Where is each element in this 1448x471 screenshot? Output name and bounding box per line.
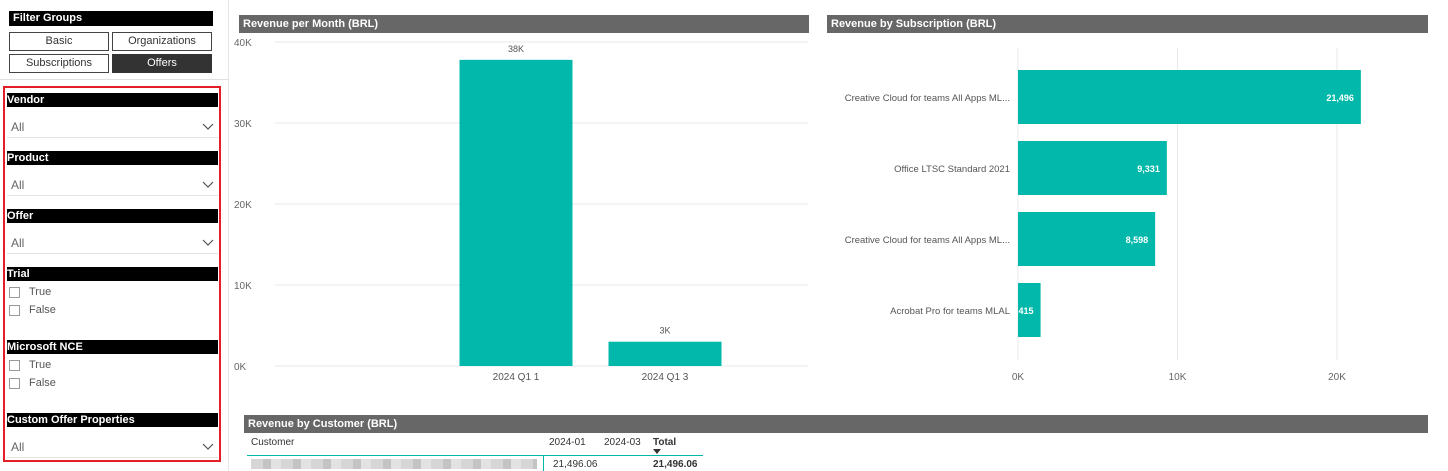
product-label: Product	[7, 151, 218, 165]
column-header-total[interactable]: Total	[653, 437, 676, 448]
product-dropdown[interactable]: All	[7, 172, 218, 196]
bar	[459, 59, 573, 366]
y-tick-label: 30K	[234, 119, 252, 130]
category-label: Acrobat Pro for teams MLAL	[890, 306, 1010, 317]
revenue-by-subscription-title: Revenue by Subscription (BRL)	[827, 15, 1428, 33]
bar	[608, 341, 722, 366]
blurred-customer-name	[251, 459, 537, 469]
filter-groups-title: Filter Groups	[9, 11, 213, 26]
data-label: 8,598	[1126, 235, 1149, 245]
table-row[interactable]: 21,496.06 21,496.06	[247, 456, 703, 471]
organizations-button[interactable]: Organizations	[112, 32, 212, 51]
vendor-value: All	[11, 120, 25, 134]
custom-offer-properties-value: All	[11, 440, 25, 454]
y-tick-label: 40K	[234, 38, 252, 49]
sort-descending-icon	[653, 449, 661, 454]
offer-dropdown[interactable]: All	[7, 230, 218, 254]
report-canvas: Filter Groups Basic Organizations Subscr…	[0, 0, 1448, 471]
category-label: Creative Cloud for teams All Apps ML...	[845, 93, 1010, 104]
category-label: Office LTSC Standard 2021	[894, 164, 1010, 175]
data-label: 21,496	[1326, 93, 1354, 103]
subscriptions-button[interactable]: Subscriptions	[9, 54, 109, 73]
bar	[1018, 70, 1361, 124]
column-header-2024-01[interactable]: 2024-01	[549, 437, 586, 448]
chevron-down-icon	[202, 443, 214, 450]
product-value: All	[11, 178, 25, 192]
y-tick-label: 20K	[234, 200, 252, 211]
trial-true-label: True	[29, 286, 52, 298]
x-tick-label: 2024 Q1 3	[642, 372, 689, 383]
custom-offer-properties-label: Custom Offer Properties	[7, 413, 218, 427]
filters-panel: Vendor All Product All Offer All Trial T…	[3, 86, 221, 462]
trial-false-label: False	[29, 304, 56, 316]
revenue-per-month-title: Revenue per Month (BRL)	[239, 15, 809, 33]
offer-value: All	[11, 236, 25, 250]
chevron-down-icon	[202, 181, 214, 188]
x-tick-label: 10K	[1169, 372, 1187, 383]
data-label: 9,331	[1137, 164, 1160, 174]
vendor-dropdown[interactable]: All	[7, 114, 218, 138]
revenue-by-customer-title: Revenue by Customer (BRL)	[244, 415, 1428, 433]
chevron-down-icon	[202, 123, 214, 130]
checkbox-box	[9, 305, 20, 316]
column-header-customer[interactable]: Customer	[251, 437, 294, 448]
revenue-by-customer-table: Customer 2024-01 2024-03 Total 21,496.06…	[247, 434, 707, 471]
nce-true-label: True	[29, 359, 52, 371]
checkbox-box	[9, 378, 20, 389]
data-label: 1,415	[1011, 306, 1034, 316]
offers-button[interactable]: Offers	[112, 54, 212, 73]
microsoft-nce-label: Microsoft NCE	[7, 340, 218, 354]
category-label: Creative Cloud for teams All Apps ML...	[845, 235, 1010, 246]
nce-false-label: False	[29, 377, 56, 389]
custom-offer-properties-dropdown[interactable]: All	[7, 434, 218, 458]
checkbox-box	[9, 287, 20, 298]
y-tick-label: 0K	[234, 362, 247, 373]
data-label: 3K	[659, 326, 670, 336]
offer-label: Offer	[7, 209, 218, 223]
data-label: 38K	[508, 44, 524, 54]
chevron-down-icon	[202, 239, 214, 246]
trial-label: Trial	[7, 267, 218, 281]
x-tick-label: 20K	[1328, 372, 1346, 383]
cell-2024-01: 21,496.06	[553, 459, 598, 470]
vendor-label: Vendor	[7, 93, 218, 107]
cell-total: 21,496.06	[653, 459, 698, 470]
y-tick-label: 10K	[234, 281, 252, 292]
basic-button[interactable]: Basic	[9, 32, 109, 51]
column-header-2024-03[interactable]: 2024-03	[604, 437, 641, 448]
checkbox-box	[9, 360, 20, 371]
revenue-by-subscription-chart: 0K 10K 20K Creative Cloud for teams All App…	[845, 48, 1361, 383]
filter-pane: Filter Groups Basic Organizations Subscr…	[0, 0, 229, 471]
revenue-per-month-chart: 0K 10K 20K 30K 40K 38K 2024 Q1 1 3K 2024 Q1 3	[234, 38, 808, 383]
filter-divider	[0, 79, 229, 80]
x-tick-label: 2024 Q1 1	[493, 372, 540, 383]
x-tick-label: 0K	[1012, 372, 1025, 383]
